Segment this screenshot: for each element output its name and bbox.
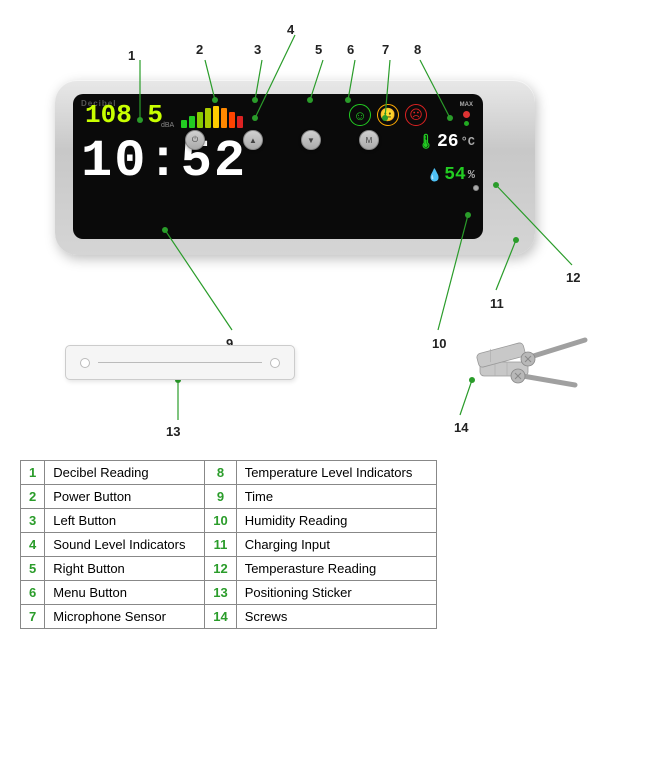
- table-row: 1 Decibel Reading 8 Temperature Level In…: [21, 461, 437, 485]
- right-label-cell: Screws: [236, 605, 436, 629]
- right-label-cell: Positioning Sticker: [236, 581, 436, 605]
- emoji-row: ☺ 😐 ☹: [349, 104, 475, 126]
- sticker-hole-left: [80, 358, 90, 368]
- positioning-sticker: [65, 345, 295, 380]
- callout-4: 4: [287, 22, 294, 37]
- right-button[interactable]: ▼: [301, 130, 321, 150]
- table-row: 5 Right Button 12 Temperasture Reading: [21, 557, 437, 581]
- table-row: 3 Left Button 10 Humidity Reading: [21, 509, 437, 533]
- callout-1: 1: [128, 48, 135, 63]
- callout-13: 13: [166, 424, 180, 439]
- left-num-cell: 4: [21, 533, 45, 557]
- callout-14: 14: [454, 420, 468, 435]
- left-num-cell: 7: [21, 605, 45, 629]
- left-label-cell: Right Button: [45, 557, 205, 581]
- menu-button[interactable]: M: [359, 130, 379, 150]
- callout-5: 5: [315, 42, 322, 57]
- table-row: 6 Menu Button 13 Positioning Sticker: [21, 581, 437, 605]
- face-happy: ☺: [349, 104, 371, 126]
- temp-unit: °C: [461, 135, 475, 149]
- dot-green: [464, 121, 469, 126]
- callout-10: 10: [432, 336, 446, 351]
- left-num-cell: 5: [21, 557, 45, 581]
- left-label-cell: Decibel Reading: [45, 461, 205, 485]
- button-row: ⏻ ▲ ▼ M: [185, 130, 379, 150]
- dba-label: dBA: [161, 122, 174, 129]
- left-num-cell: 3: [21, 509, 45, 533]
- right-num-cell: 9: [205, 485, 236, 509]
- left-label-cell: Microphone Sensor: [45, 605, 205, 629]
- sticker-hole-right: [270, 358, 280, 368]
- right-num-cell: 12: [205, 557, 236, 581]
- humidity-icon: 💧: [427, 168, 442, 183]
- screws-container: [475, 320, 595, 405]
- left-num-cell: 6: [21, 581, 45, 605]
- left-label-cell: Left Button: [45, 509, 205, 533]
- callout-12: 12: [566, 270, 580, 285]
- right-label-cell: Time: [236, 485, 436, 509]
- table-row: 2 Power Button 9 Time: [21, 485, 437, 509]
- screws-svg: [475, 320, 595, 400]
- left-num-cell: 1: [21, 461, 45, 485]
- temp-value: 26: [437, 132, 459, 152]
- right-num-cell: 13: [205, 581, 236, 605]
- device-screen: Decibel 108.5 dBA 10:52 MAX: [73, 94, 483, 239]
- legend-table: 1 Decibel Reading 8 Temperature Level In…: [20, 460, 437, 629]
- face-neutral: 😐: [377, 104, 399, 126]
- table-row: 7 Microphone Sensor 14 Screws: [21, 605, 437, 629]
- humidity-unit: %: [468, 168, 475, 182]
- sticker-line: [98, 362, 262, 363]
- callout-11: 11: [490, 296, 504, 311]
- right-panel: MAX ☺ 😐 ☹ 🌡 26 °C 💧: [345, 100, 475, 235]
- dot-red: [463, 111, 470, 118]
- callout-6: 6: [347, 42, 354, 57]
- right-label-cell: Charging Input: [236, 533, 436, 557]
- right-label-cell: Humidity Reading: [236, 509, 436, 533]
- temp-reading: 🌡 26 °C: [417, 132, 475, 152]
- sound-bars: [181, 106, 243, 128]
- right-num-cell: 14: [205, 605, 236, 629]
- max-label: MAX: [460, 102, 473, 108]
- left-label-cell: Menu Button: [45, 581, 205, 605]
- diagram-area: Decibel 108.5 dBA 10:52 MAX: [0, 0, 660, 460]
- right-num-cell: 11: [205, 533, 236, 557]
- left-button[interactable]: ▲: [243, 130, 263, 150]
- temp-icon: 🌡: [417, 134, 435, 151]
- callout-8: 8: [414, 42, 421, 57]
- table-row: 4 Sound Level Indicators 11 Charging Inp…: [21, 533, 437, 557]
- charging-dot: [473, 185, 479, 191]
- humidity-reading: 💧 54 %: [427, 165, 475, 185]
- right-num-cell: 8: [205, 461, 236, 485]
- right-label-cell: Temperasture Reading: [236, 557, 436, 581]
- callout-7: 7: [382, 42, 389, 57]
- face-sad: ☹: [405, 104, 427, 126]
- humidity-value: 54: [444, 165, 466, 185]
- left-num-cell: 2: [21, 485, 45, 509]
- callout-2: 2: [196, 42, 203, 57]
- power-button[interactable]: ⏻: [185, 130, 205, 150]
- sticker-container: [65, 345, 295, 380]
- right-num-cell: 10: [205, 509, 236, 533]
- device-body: Decibel 108.5 dBA 10:52 MAX: [55, 80, 535, 255]
- db-reading: 108.5: [85, 102, 163, 128]
- left-label-cell: Sound Level Indicators: [45, 533, 205, 557]
- left-label-cell: Power Button: [45, 485, 205, 509]
- right-label-cell: Temperature Level Indicators: [236, 461, 436, 485]
- callout-3: 3: [254, 42, 261, 57]
